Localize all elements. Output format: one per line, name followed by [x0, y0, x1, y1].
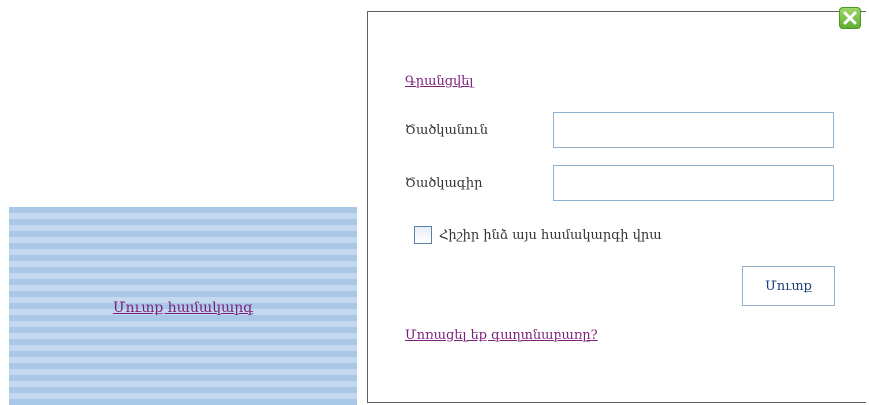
- close-icon: [843, 11, 857, 25]
- remember-me-checkbox[interactable]: [414, 226, 432, 244]
- username-label: Ծածկանուն: [405, 123, 489, 138]
- remember-me-label[interactable]: Հիշիր ինձ այս համակարգի վրա: [439, 228, 662, 243]
- login-system-link[interactable]: Մուտք համակարգ: [9, 300, 357, 316]
- login-button[interactable]: Մուտք: [742, 266, 835, 306]
- close-button[interactable]: [839, 7, 861, 29]
- forgot-password-link[interactable]: Մոռացել եք գաղտնաբառը?: [405, 328, 598, 343]
- password-label: Ծածկագիր: [405, 176, 483, 191]
- username-input[interactable]: [553, 112, 834, 148]
- banner-panel: Մուտք համակարգ: [9, 207, 357, 405]
- login-dialog: Գրանցվել Ծածկանուն Ծածկագիր Հիշիր ինձ այ…: [367, 7, 866, 403]
- password-input[interactable]: [553, 165, 834, 201]
- register-link[interactable]: Գրանցվել: [405, 74, 473, 89]
- page: Մուտք համակարգ Գրանցվել Ծածկանուն Ծածկագ…: [0, 0, 869, 405]
